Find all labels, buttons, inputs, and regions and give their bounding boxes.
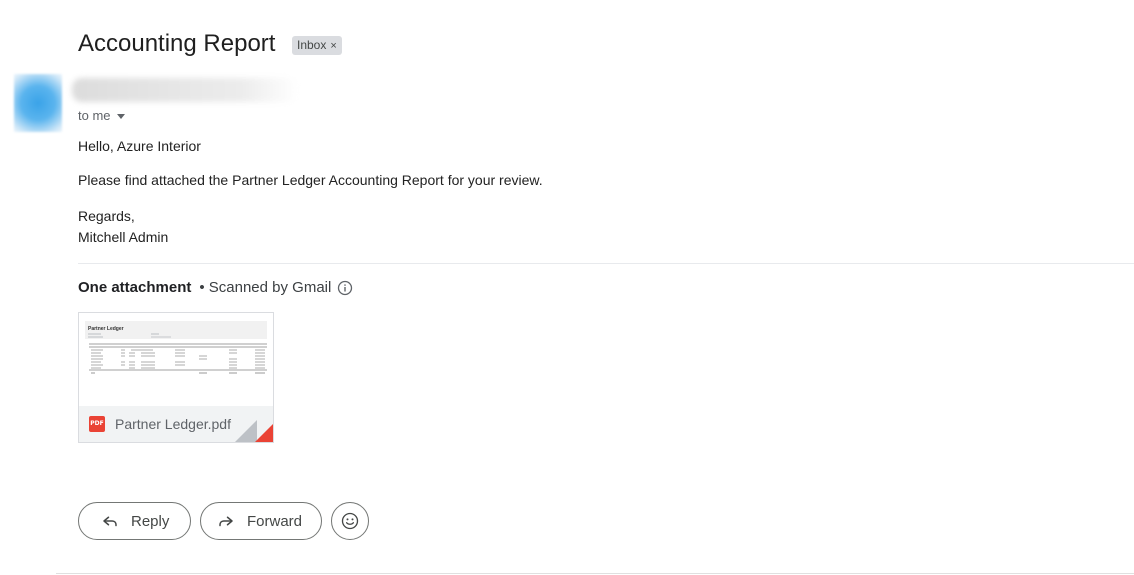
email-subject: Accounting Report <box>78 30 276 57</box>
attachments-divider <box>78 263 1134 264</box>
recipient-details-toggle[interactable]: to me <box>78 108 125 123</box>
attachment-card[interactable]: Partner Ledger PDF Partner Ledger.pdf <box>78 312 274 443</box>
remove-label-icon[interactable]: × <box>330 40 336 52</box>
recipient-text: to me <box>78 108 111 123</box>
chevron-down-icon[interactable] <box>116 114 125 120</box>
email-message: Please find attached the Partner Ledger … <box>78 172 543 188</box>
attachment-count: One attachment <box>78 279 192 296</box>
attachments-heading: One attachment • Scanned by Gmail <box>78 279 353 296</box>
email-greeting: Hello, Azure Interior <box>78 138 201 154</box>
page-fold-icon <box>235 420 257 442</box>
reply-label: Reply <box>131 512 170 530</box>
attachment-filename[interactable]: Partner Ledger.pdf <box>115 416 231 432</box>
preview-title: Partner Ledger <box>88 326 124 332</box>
sender-avatar[interactable] <box>14 74 62 132</box>
scanned-by-gmail: • Scanned by Gmail <box>199 279 332 296</box>
email-signature: Mitchell Admin <box>78 229 169 245</box>
forward-button[interactable]: Forward <box>200 502 322 540</box>
inbox-label-text: Inbox <box>297 38 327 52</box>
emoji-reaction-icon <box>341 512 359 530</box>
attachment-thumbnail[interactable]: Partner Ledger <box>79 313 273 406</box>
forward-icon <box>219 516 233 527</box>
email-signoff: Regards, <box>78 208 135 224</box>
pdf-page-preview: Partner Ledger <box>85 321 267 374</box>
emoji-reaction-button[interactable] <box>331 502 369 540</box>
inbox-label-chip[interactable]: Inbox × <box>292 36 342 55</box>
pdf-corner-icon <box>255 424 273 442</box>
reply-button[interactable]: Reply <box>78 502 191 540</box>
sender-name-redacted <box>72 78 298 102</box>
forward-label: Forward <box>247 512 303 530</box>
reply-icon <box>103 516 117 527</box>
bottom-divider <box>56 573 1134 574</box>
pdf-file-icon: PDF <box>89 416 105 432</box>
info-icon[interactable] <box>337 280 353 296</box>
